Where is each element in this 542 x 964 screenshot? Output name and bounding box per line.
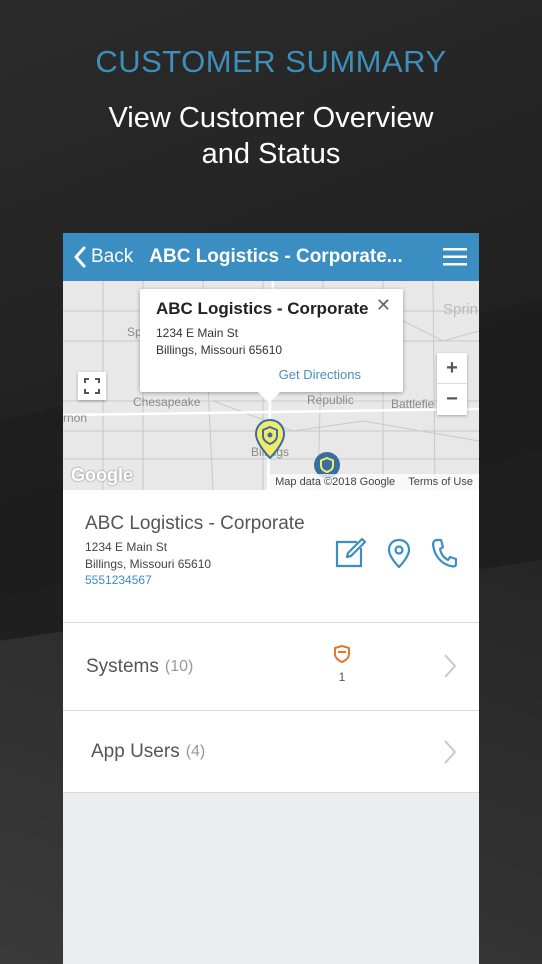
hero-subtitle-line: and Status: [201, 138, 341, 170]
map-info-popup: ABC Logistics - Corporate 1234 E Main St…: [140, 289, 403, 403]
zoom-out-button[interactable]: −: [437, 384, 467, 415]
hamburger-menu-icon[interactable]: [443, 247, 467, 272]
app-users-count: (4): [185, 742, 206, 760]
popup-customer-name: ABC Logistics - Corporate: [156, 299, 369, 318]
customer-actions: [335, 537, 458, 573]
systems-label: Systems: [86, 655, 159, 677]
back-button[interactable]: Back: [73, 246, 133, 268]
hero-title: CUSTOMER SUMMARY: [95, 44, 447, 79]
alert-count: 1: [338, 670, 346, 684]
location-pin-icon[interactable]: [387, 538, 411, 573]
map-label: Chesapeake: [133, 395, 201, 409]
app-users-row[interactable]: App Users (4): [63, 711, 479, 793]
hero-subtitle-line: View Customer Overview: [108, 102, 434, 134]
map-label: rnon: [63, 411, 88, 425]
chevron-left-icon: [74, 246, 86, 268]
back-label: Back: [91, 246, 134, 267]
get-directions-link[interactable]: Get Directions: [279, 367, 361, 382]
phone-screen: Back ABC Logistics - Corporate... Chesap…: [63, 233, 479, 964]
alert-badge: 1: [331, 644, 353, 684]
zoom-in-button[interactable]: +: [437, 353, 467, 384]
close-icon[interactable]: ✕: [376, 295, 391, 316]
shield-alert-icon: [334, 644, 350, 664]
map-label: Battlefie: [391, 397, 435, 411]
customer-name: ABC Logistics - Corporate: [85, 513, 305, 534]
popup-address-line: Billings, Missouri 65610: [156, 343, 283, 357]
app-header: Back ABC Logistics - Corporate...: [63, 233, 479, 281]
systems-count: (10): [164, 657, 194, 675]
map-label: Republic: [307, 393, 354, 407]
phone-icon[interactable]: [431, 538, 458, 573]
google-logo: Google: [71, 465, 133, 485]
popup-address: 1234 E Main St Billings, Missouri 65610: [156, 325, 387, 359]
customer-card: ABC Logistics - Corporate 1234 E Main St…: [63, 490, 479, 623]
map-view[interactable]: Chesapeake Republic Battlefie Billings S…: [63, 281, 479, 490]
zoom-control: + −: [437, 353, 467, 415]
popup-address-line: 1234 E Main St: [156, 326, 239, 340]
terms-of-use-link[interactable]: Terms of Use: [408, 476, 473, 488]
chevron-right-icon: [444, 740, 457, 764]
map-attribution: Map data ©2018 Google Terms of Use: [269, 474, 479, 490]
edit-icon[interactable]: [335, 537, 367, 573]
map-data-text: Map data ©2018 Google: [275, 476, 396, 488]
map-label: Sprin: [443, 301, 479, 318]
map-pin-icon[interactable]: [255, 419, 285, 459]
chevron-right-icon: [444, 654, 457, 678]
page-title: ABC Logistics - Corporate...: [149, 246, 403, 267]
customer-phone-link[interactable]: 5551234567: [85, 573, 457, 587]
systems-row[interactable]: Systems (10) 1: [63, 623, 479, 711]
app-users-label: App Users: [91, 740, 180, 762]
fullscreen-icon[interactable]: [78, 372, 106, 400]
hero-subtitle: View Customer Overview and Status: [0, 100, 542, 172]
